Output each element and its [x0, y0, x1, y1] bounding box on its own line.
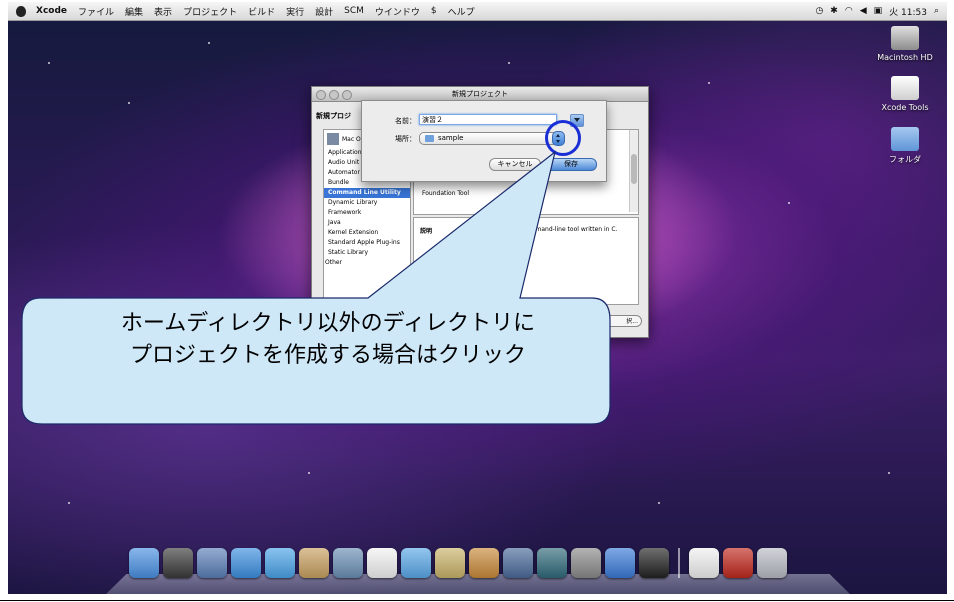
- garageband-icon[interactable]: [469, 548, 499, 578]
- desktop: Xcode ファイル 編集 表示 プロジェクト ビルド 実行 設計 SCM ウイ…: [8, 2, 947, 594]
- iphoto-icon[interactable]: [333, 548, 363, 578]
- xcode-icon[interactable]: [605, 548, 635, 578]
- address-book-icon[interactable]: [299, 548, 329, 578]
- mail-icon[interactable]: [197, 548, 227, 578]
- finder-icon[interactable]: [129, 548, 159, 578]
- ical-icon[interactable]: [367, 548, 397, 578]
- callout-line-1: ホームディレクトリ以外のディレクトリに: [120, 311, 536, 336]
- terminal-icon[interactable]: [639, 548, 669, 578]
- safari-icon[interactable]: [231, 548, 261, 578]
- time-machine-icon[interactable]: [537, 548, 567, 578]
- slide-border: [0, 600, 954, 601]
- dock-separator: [678, 548, 680, 578]
- system-preferences-icon[interactable]: [571, 548, 601, 578]
- dashboard-icon[interactable]: [163, 548, 193, 578]
- callout-text: ホームディレクトリ以外のディレクトリに プロジェクトを作成する場合はクリック: [48, 308, 608, 372]
- document-icon[interactable]: [689, 548, 719, 578]
- ichat-icon[interactable]: [265, 548, 295, 578]
- spaces-icon[interactable]: [503, 548, 533, 578]
- itunes-icon[interactable]: [401, 548, 431, 578]
- filezilla-icon[interactable]: [723, 548, 753, 578]
- callout-line-2: プロジェクトを作成する場合はクリック: [129, 343, 526, 368]
- imovie-icon[interactable]: [435, 548, 465, 578]
- callout-bubble: [21, 150, 611, 425]
- dock: [129, 548, 791, 578]
- trash-icon[interactable]: [757, 548, 787, 578]
